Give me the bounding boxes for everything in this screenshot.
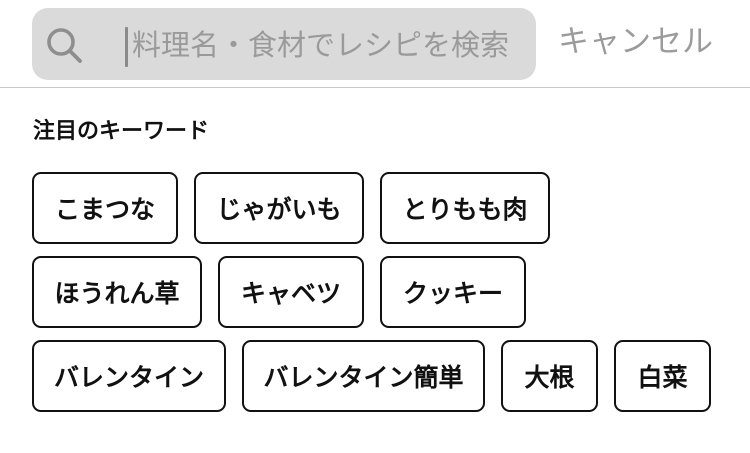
section-title: 注目のキーワード — [33, 119, 210, 144]
keyword-chip[interactable]: バレンタイン — [32, 340, 226, 412]
search-bar: キャンセル — [0, 0, 750, 88]
keyword-chip[interactable]: とりもも肉 — [380, 172, 550, 244]
search-input[interactable] — [132, 20, 528, 70]
keyword-chip[interactable]: クッキー — [380, 256, 526, 328]
text-caret — [125, 27, 128, 67]
keyword-chip[interactable]: キャベツ — [218, 256, 364, 328]
keyword-chip[interactable]: こまつな — [32, 172, 178, 244]
keyword-chip[interactable]: ほうれん草 — [32, 256, 202, 328]
cancel-button[interactable]: キャンセル — [558, 20, 713, 64]
search-icon — [47, 28, 82, 63]
keyword-chip[interactable]: バレンタイン簡単 — [242, 340, 485, 412]
keyword-chip[interactable]: 大根 — [501, 340, 598, 412]
keyword-chip[interactable]: 白菜 — [614, 340, 711, 412]
search-field[interactable] — [32, 8, 536, 80]
keyword-chip[interactable]: じゃがいも — [194, 172, 364, 244]
